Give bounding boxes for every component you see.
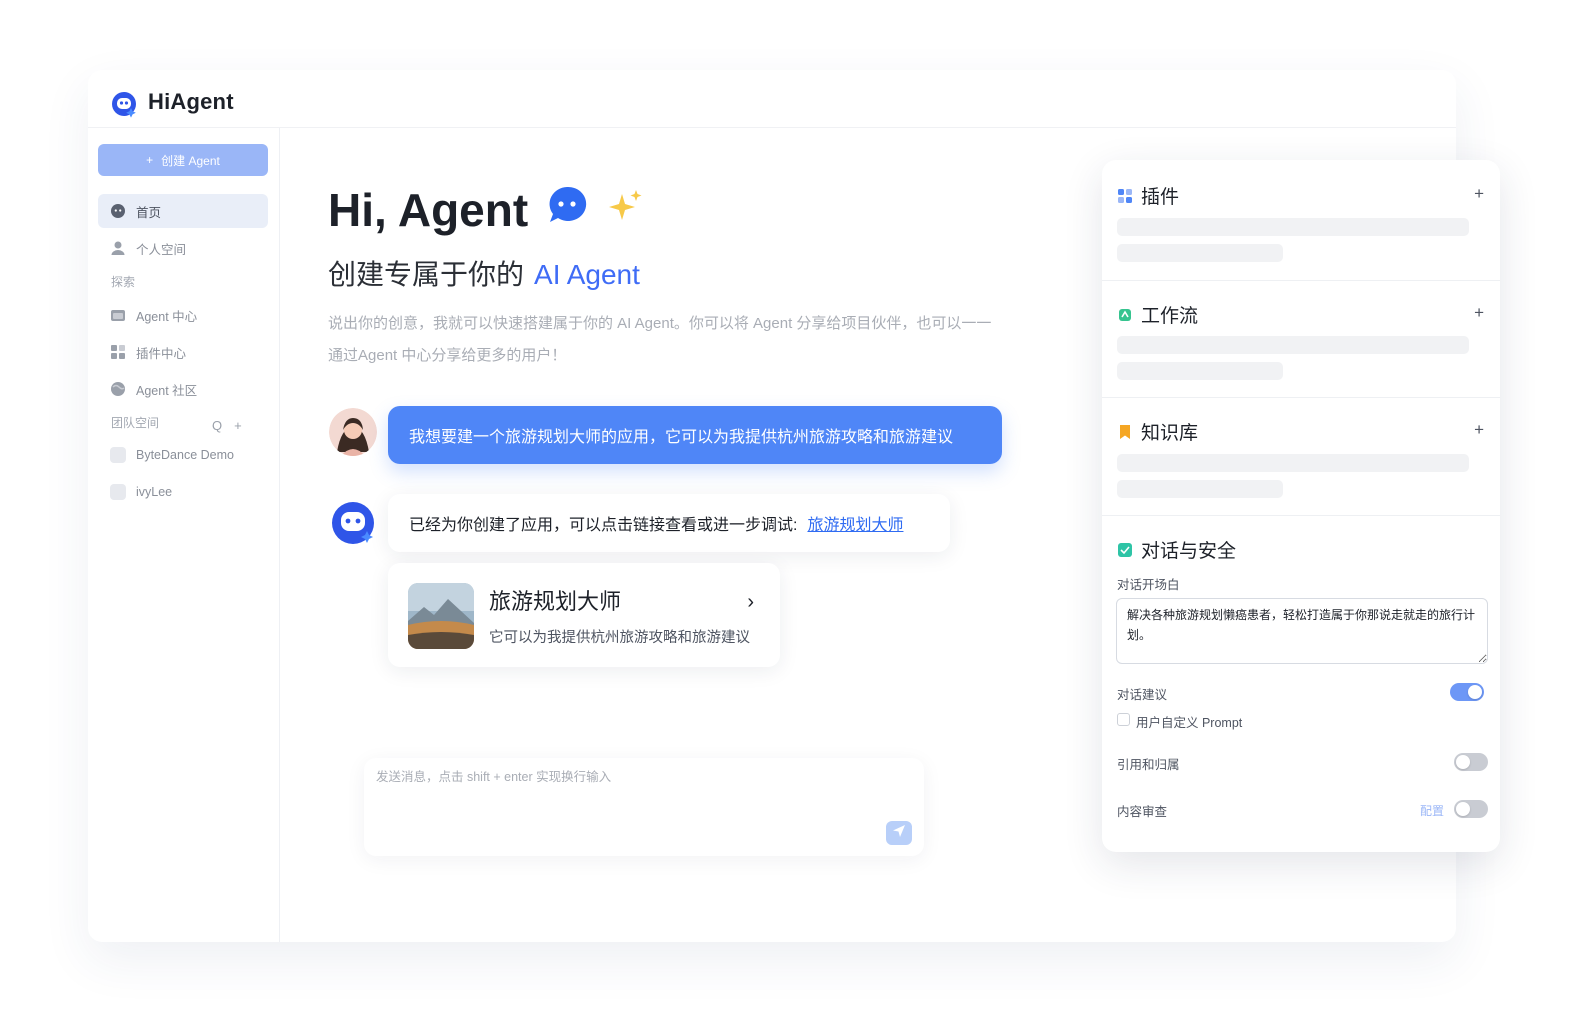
skeleton-line — [1117, 480, 1283, 498]
create-agent-button[interactable]: + 创建 Agent — [98, 144, 268, 176]
sidebar-item-team-bytedance[interactable]: ByteDance Demo — [98, 438, 268, 472]
skeleton-line — [1117, 218, 1469, 236]
sidebar-item-label: ByteDance Demo — [136, 448, 234, 462]
sidebar-item-agent-center[interactable]: Agent 中心 — [98, 298, 268, 332]
skeleton-line — [1117, 336, 1469, 354]
citation-toggle[interactable] — [1454, 753, 1488, 771]
sidebar-item-label: 个人空间 — [136, 242, 187, 257]
custom-prompt-checkbox[interactable] — [1117, 713, 1130, 726]
user-message-bubble: 我想要建一个旅游规划大师的应用，它可以为我提供杭州旅游攻略和旅游建议 — [388, 406, 1002, 464]
top-bar: HiAgent — [88, 70, 1456, 128]
sidebar-item-label: Agent 中心 — [136, 309, 198, 324]
plugins-title: 插件 — [1141, 187, 1180, 208]
bookmark-icon — [1117, 424, 1133, 440]
app-card-title: 旅游规划大师 — [489, 589, 622, 614]
sidebar-item-home[interactable]: 首页 — [98, 194, 268, 228]
hiagent-logo-icon — [110, 90, 138, 118]
workflow-title: 工作流 — [1141, 306, 1199, 327]
divider — [1102, 397, 1500, 398]
subtitle-highlight: AI Agent — [534, 259, 640, 290]
bot-message-text: 已经为你创建了应用，可以点击链接查看或进一步调试: — [409, 517, 798, 534]
skeleton-line — [1117, 454, 1469, 472]
bot-message-bubble: 已经为你创建了应用，可以点击链接查看或进一步调试: 旅游规划大师 — [388, 494, 950, 552]
bot-avatar — [329, 499, 377, 547]
sidebar-item-label: 首页 — [136, 205, 162, 220]
team-avatar — [110, 447, 126, 463]
sidebar-item-agent-community[interactable]: Agent 社区 — [98, 372, 268, 406]
team-add-icon[interactable]: + — [234, 418, 242, 433]
divider — [1102, 515, 1500, 516]
chat-icon — [110, 203, 126, 219]
skeleton-line — [1117, 362, 1283, 380]
opener-label: 对话开场白 — [1117, 578, 1180, 592]
knowledge-header: 知识库 — [1117, 418, 1198, 445]
moderation-label: 内容审查 — [1117, 805, 1168, 819]
config-panel: 插件 + 工作流 + 知识库 + 对话与安全 对话开场白 解决各种旅游规划懒癌患… — [1102, 160, 1500, 852]
sidebar-item-plugin-center[interactable]: 插件中心 — [98, 335, 268, 369]
chat-bubble-icon — [546, 183, 588, 237]
team-search-icon[interactable]: Q — [212, 418, 222, 433]
app-card-description: 它可以为我提供杭州旅游攻略和旅游建议 — [489, 630, 750, 646]
opener-textarea[interactable]: 解决各种旅游规划懒癌患者，轻松打造属于你那说走就走的旅行计划。 — [1116, 598, 1488, 664]
dialog-safety-icon — [1117, 542, 1133, 558]
sidebar-item-personal-space[interactable]: 个人空间 — [98, 231, 268, 265]
app-card[interactable]: 旅游规划大师 › 它可以为我提供杭州旅游攻略和旅游建议 — [388, 563, 780, 667]
send-button[interactable] — [886, 821, 912, 845]
plugin-grid-icon — [1117, 188, 1133, 204]
globe-icon — [110, 381, 126, 397]
sidebar-item-label: ivyLee — [136, 485, 173, 499]
toggle-knob — [1468, 685, 1482, 699]
sparkle-icon — [606, 183, 646, 237]
divider — [1102, 280, 1500, 281]
team-section-label: 团队空间 — [111, 416, 160, 430]
custom-prompt-label: 用户自定义 Prompt — [1136, 716, 1243, 730]
app-thumbnail-image — [408, 583, 474, 649]
hero-title-row: Hi, Agent — [328, 183, 646, 237]
user-message-text: 我想要建一个旅游规划大师的应用，它可以为我提供杭州旅游攻略和旅游建议 — [409, 429, 954, 446]
send-icon — [892, 824, 906, 843]
user-icon — [110, 240, 126, 256]
brand-name: HiAgent — [148, 89, 234, 114]
sidebar-item-label: 插件中心 — [136, 346, 187, 361]
sidebar: + 创建 Agent 首页 个人空间 探索 Agent 中心 插件中心 Agen… — [88, 128, 280, 942]
add-workflow-button[interactable]: + — [1474, 303, 1484, 323]
subtitle-prefix: 创建专属于你的 — [328, 259, 525, 290]
add-plugin-button[interactable]: + — [1474, 184, 1484, 204]
page-title: Hi, Agent — [328, 184, 529, 236]
hero-subtitle: 创建专属于你的 AI Agent — [328, 253, 640, 293]
suggestion-toggle[interactable] — [1450, 683, 1484, 701]
toggle-knob — [1456, 802, 1470, 816]
safety-title: 对话与安全 — [1141, 541, 1237, 562]
plugin-grid-icon — [110, 344, 126, 360]
skeleton-line — [1117, 244, 1283, 262]
sidebar-item-label: Agent 社区 — [136, 383, 198, 398]
explore-section-label: 探索 — [111, 275, 136, 289]
moderation-config-link[interactable]: 配置 — [1420, 802, 1444, 819]
create-agent-label: 创建 Agent — [161, 153, 220, 168]
message-composer — [364, 758, 924, 856]
folder-icon — [110, 307, 126, 323]
moderation-toggle[interactable] — [1454, 800, 1488, 818]
workflow-header: 工作流 — [1117, 301, 1198, 328]
message-input[interactable] — [376, 770, 876, 784]
citation-label: 引用和归属 — [1117, 758, 1180, 772]
user-avatar — [329, 408, 377, 456]
safety-header: 对话与安全 — [1117, 536, 1236, 563]
hero-description: 说出你的创意，我就可以快速搭建属于你的 AI Agent。你可以将 Agent … — [328, 315, 992, 364]
team-tools: Q + — [212, 418, 242, 433]
knowledge-title: 知识库 — [1141, 423, 1199, 444]
workflow-icon — [1117, 307, 1133, 323]
app-link[interactable]: 旅游规划大师 — [807, 511, 903, 535]
plugins-header: 插件 — [1117, 182, 1179, 209]
plus-icon: + — [146, 153, 154, 167]
chevron-right-icon: › — [747, 591, 754, 613]
sidebar-item-team-ivylee[interactable]: ivyLee — [98, 475, 268, 509]
toggle-knob — [1456, 755, 1470, 769]
suggestion-label: 对话建议 — [1117, 688, 1168, 702]
add-knowledge-button[interactable]: + — [1474, 420, 1484, 440]
team-avatar — [110, 484, 126, 500]
